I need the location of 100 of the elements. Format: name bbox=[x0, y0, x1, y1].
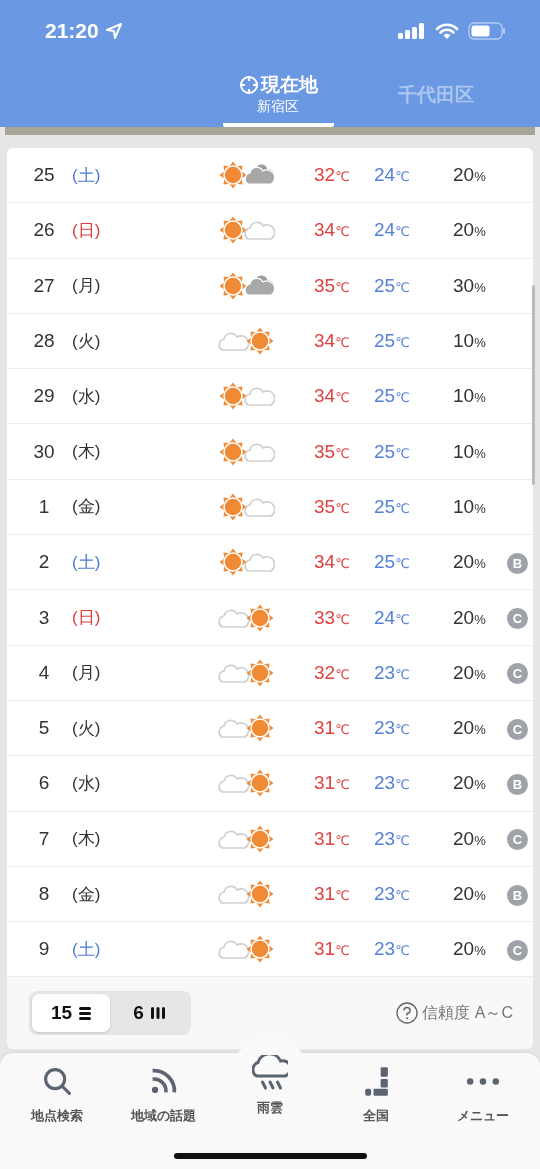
day-number: 5 bbox=[37, 717, 51, 740]
low-temperature: 23℃ bbox=[374, 883, 410, 905]
day-number: 26 bbox=[32, 219, 56, 242]
rain-chance: 20% bbox=[453, 606, 486, 629]
weekday: (土) bbox=[71, 551, 101, 574]
sun-and-cloud-icon bbox=[218, 547, 275, 578]
status-time: 21:20 bbox=[45, 19, 99, 43]
weekday: (水) bbox=[71, 385, 101, 408]
high-temperature: 31℃ bbox=[314, 772, 350, 795]
high-temperature: 34℃ bbox=[314, 551, 350, 574]
weekday: (金) bbox=[71, 496, 101, 519]
wifi-icon bbox=[435, 22, 459, 40]
high-temperature: 34℃ bbox=[314, 330, 350, 353]
high-temperature: 31℃ bbox=[314, 883, 350, 905]
day-number: 29 bbox=[32, 385, 56, 408]
day-number: 4 bbox=[37, 661, 51, 684]
location-arrow-icon bbox=[104, 22, 123, 40]
cloud-and-sun-icon bbox=[218, 657, 275, 688]
day-number: 25 bbox=[32, 164, 56, 187]
low-temperature: 24℃ bbox=[374, 606, 410, 629]
view-toggle-option[interactable]: 6 bbox=[110, 994, 188, 1033]
low-temperature: 25℃ bbox=[374, 385, 410, 408]
nav-tab[interactable]: 全国 bbox=[326, 1061, 427, 1125]
low-temperature: 23℃ bbox=[374, 717, 410, 740]
cloud-and-sun-icon bbox=[218, 713, 275, 744]
high-temperature: 35℃ bbox=[314, 274, 350, 297]
day-number: 1 bbox=[37, 495, 51, 518]
low-temperature: 25℃ bbox=[374, 440, 410, 463]
reliability-badge: C bbox=[507, 608, 528, 629]
low-temperature: 23℃ bbox=[374, 772, 410, 795]
reliability-badge: B bbox=[507, 552, 528, 574]
nav-tab[interactable]: 地点検索 bbox=[7, 1061, 108, 1125]
low-temperature: 25℃ bbox=[374, 330, 410, 353]
low-temperature: 25℃ bbox=[374, 274, 410, 297]
cloud-and-sun-icon bbox=[218, 934, 275, 965]
high-temperature: 35℃ bbox=[314, 440, 350, 463]
sun-and-cloud-icon bbox=[218, 160, 275, 191]
help-icon[interactable] bbox=[396, 1002, 419, 1025]
nav-tab[interactable]: 雨雲 bbox=[219, 1049, 320, 1125]
weekday: (金) bbox=[71, 883, 101, 906]
high-temperature: 32℃ bbox=[314, 164, 350, 187]
reliability-note: 信頼度 A～C bbox=[422, 1002, 513, 1023]
high-temperature: 32℃ bbox=[314, 661, 350, 684]
cloud-and-sun-icon bbox=[218, 326, 275, 357]
day-number: 2 bbox=[37, 551, 51, 574]
weekday: (土) bbox=[71, 938, 101, 961]
low-temperature: 25℃ bbox=[374, 495, 410, 518]
reliability-badge: B bbox=[507, 773, 528, 795]
nav-tab[interactable]: メニュー bbox=[432, 1061, 533, 1125]
reliability-badge: C bbox=[507, 939, 528, 961]
rain-chance: 20% bbox=[453, 938, 486, 961]
weekday: (月) bbox=[71, 275, 101, 298]
rain-chance: 20% bbox=[453, 164, 486, 187]
low-temperature: 24℃ bbox=[374, 164, 410, 187]
view-toggle-option[interactable]: 15 bbox=[32, 994, 110, 1033]
day-number: 30 bbox=[32, 440, 56, 463]
weekday: (火) bbox=[71, 330, 101, 353]
low-temperature: 24℃ bbox=[374, 219, 410, 242]
rain-chance: 20% bbox=[453, 661, 486, 684]
list-icon bbox=[79, 1006, 92, 1020]
nav-tab[interactable]: 地域の話題 bbox=[113, 1061, 214, 1125]
weekday: (月) bbox=[71, 662, 101, 685]
sun-and-cloud-icon bbox=[218, 215, 275, 246]
high-temperature: 33℃ bbox=[314, 606, 350, 629]
battery-icon bbox=[468, 22, 506, 40]
weekday: (土) bbox=[71, 164, 101, 187]
high-temperature: 31℃ bbox=[314, 717, 350, 740]
sun-and-cloud-icon bbox=[218, 270, 275, 301]
weekday: (木) bbox=[71, 828, 101, 851]
rain-chance: 20% bbox=[453, 883, 486, 905]
blocks-icon bbox=[363, 1065, 389, 1097]
weekday: (水) bbox=[71, 772, 101, 795]
weekday: (日) bbox=[71, 607, 101, 629]
low-temperature: 23℃ bbox=[374, 938, 410, 961]
columns-icon bbox=[150, 1007, 165, 1020]
rain-chance: 20% bbox=[453, 551, 486, 574]
cloud-and-sun-icon bbox=[218, 823, 275, 854]
sun-and-cloud-icon bbox=[218, 491, 275, 522]
day-number: 8 bbox=[37, 883, 51, 905]
rain-chance: 20% bbox=[453, 827, 486, 850]
low-temperature: 23℃ bbox=[374, 661, 410, 684]
more-icon bbox=[465, 1077, 500, 1085]
rain-chance: 10% bbox=[453, 495, 486, 518]
reliability-badge: C bbox=[507, 829, 528, 851]
cloud-and-sun-icon bbox=[218, 879, 275, 909]
rain-cloud-icon bbox=[251, 1055, 288, 1091]
rain-chance: 10% bbox=[453, 440, 486, 463]
signal-icon bbox=[398, 23, 426, 39]
day-number: 9 bbox=[37, 938, 51, 961]
high-temperature: 35℃ bbox=[314, 495, 350, 518]
day-number: 6 bbox=[37, 772, 51, 795]
search-icon bbox=[41, 1065, 73, 1097]
high-temperature: 31℃ bbox=[314, 827, 350, 850]
high-temperature: 31℃ bbox=[314, 938, 350, 961]
high-temperature: 34℃ bbox=[314, 219, 350, 242]
high-temperature: 34℃ bbox=[314, 385, 350, 408]
sun-and-cloud-icon bbox=[218, 436, 275, 467]
low-temperature: 23℃ bbox=[374, 827, 410, 850]
rain-chance: 30% bbox=[453, 274, 486, 297]
sun-and-cloud-icon bbox=[218, 381, 275, 412]
